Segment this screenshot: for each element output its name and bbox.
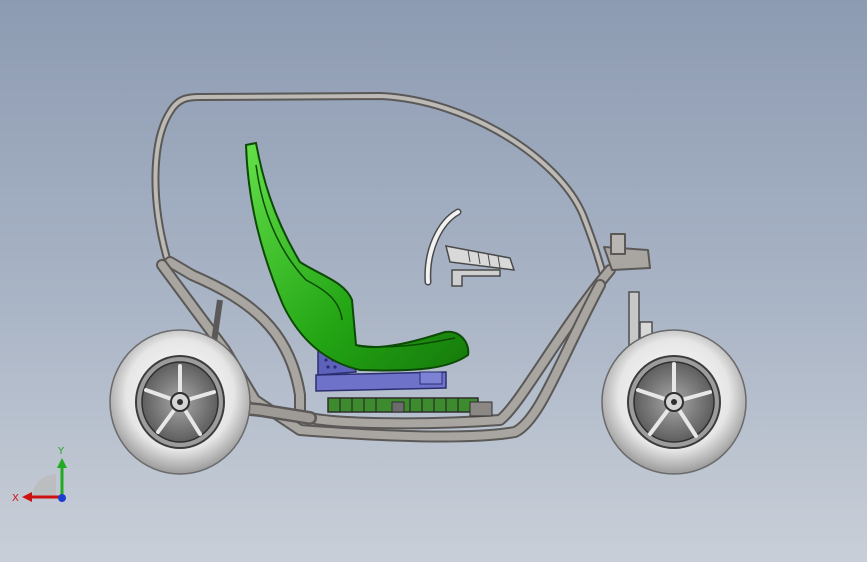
cad-graphics-viewport[interactable]: Y X (0, 0, 867, 562)
x-axis-arrowhead (22, 492, 32, 502)
front-wheel[interactable] (601, 329, 747, 475)
y-axis-label: Y (57, 446, 65, 457)
coordinate-triad[interactable]: Y X (10, 440, 80, 510)
tricycle-3d-model[interactable] (0, 0, 867, 562)
rear-wheel[interactable] (109, 329, 251, 475)
x-axis-label: X (12, 493, 19, 504)
triad-plane-shading (32, 474, 56, 498)
battery-pack[interactable] (327, 397, 493, 417)
canopy-frame[interactable] (151, 91, 608, 282)
steering-assembly[interactable] (424, 208, 516, 287)
z-axis-dot (58, 494, 66, 502)
y-axis-arrowhead (57, 458, 67, 468)
